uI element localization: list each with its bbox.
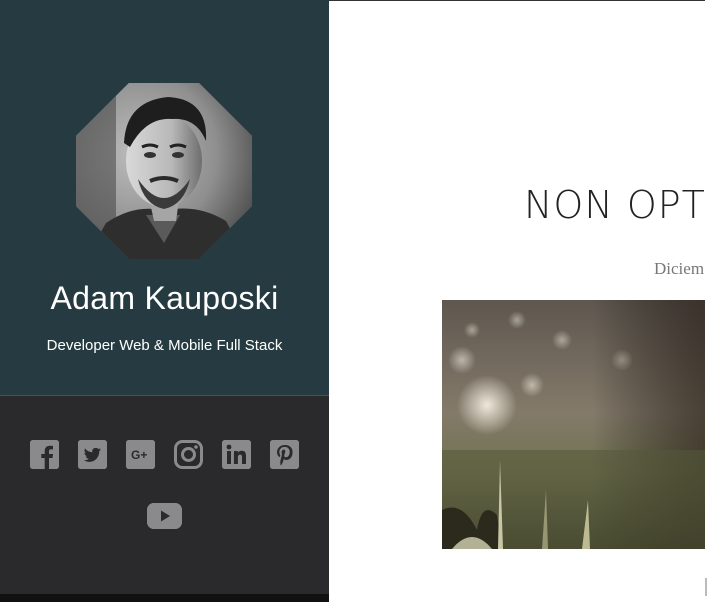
twitter-icon[interactable] bbox=[78, 440, 107, 469]
youtube-icon[interactable] bbox=[147, 503, 182, 529]
facebook-icon[interactable] bbox=[30, 440, 59, 469]
svg-text:G+: G+ bbox=[131, 448, 147, 462]
profile-role: Developer Web & Mobile Full Stack bbox=[46, 337, 283, 354]
pinterest-icon[interactable] bbox=[270, 440, 299, 469]
sidebar-divider bbox=[0, 395, 329, 396]
main-content: NON OPTI Diciem bbox=[329, 0, 708, 602]
sidebar: Adam Kauposki Developer Web & Mobile Ful… bbox=[0, 0, 329, 602]
profile-name: Adam Kauposki bbox=[50, 280, 279, 316]
post-title[interactable]: NON OPTI bbox=[524, 183, 708, 227]
scroll-indicator[interactable] bbox=[705, 578, 707, 596]
sidebar-bottom-bar bbox=[0, 594, 329, 602]
post-date: Diciem bbox=[654, 259, 705, 278]
google-plus-icon[interactable]: G+ bbox=[126, 440, 155, 469]
social-links: G+ bbox=[0, 440, 329, 529]
avatar bbox=[76, 83, 252, 259]
post-featured-image[interactable] bbox=[442, 300, 708, 549]
social-row: G+ bbox=[0, 440, 329, 469]
instagram-icon[interactable] bbox=[174, 440, 203, 469]
linkedin-icon[interactable] bbox=[222, 440, 251, 469]
social-row bbox=[0, 503, 329, 529]
profile-panel: Adam Kauposki Developer Web & Mobile Ful… bbox=[0, 0, 329, 395]
